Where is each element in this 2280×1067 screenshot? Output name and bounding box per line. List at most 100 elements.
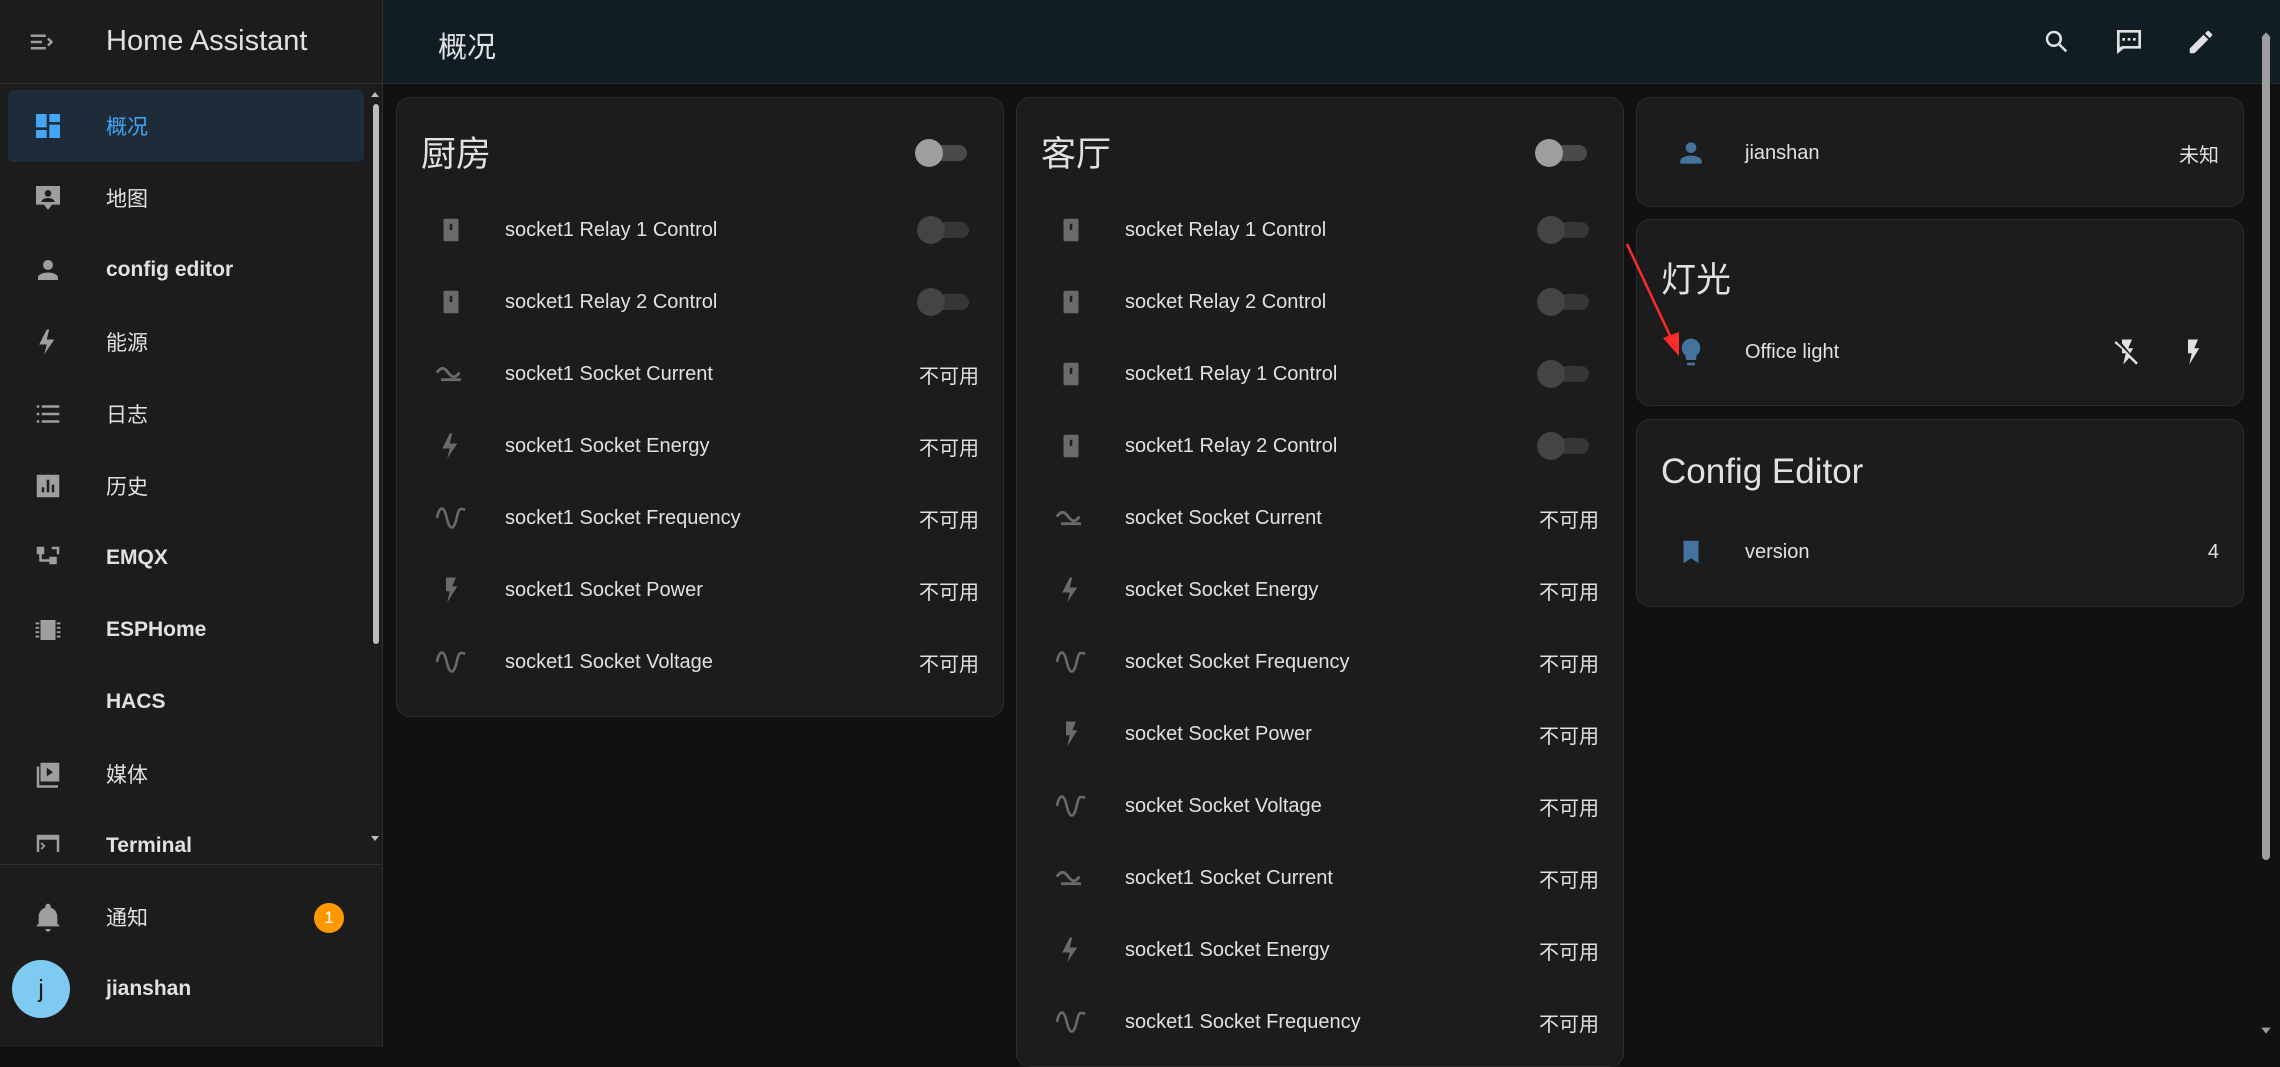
scroll-up-arrow-icon[interactable] — [370, 90, 380, 100]
sidebar-item-terminal[interactable]: Terminal — [8, 810, 364, 852]
entity-row[interactable]: socket1 Socket Energy 不可用 — [397, 410, 1003, 482]
entity-toggle[interactable] — [1537, 215, 1593, 245]
sine-wave-icon — [1055, 1011, 1086, 1033]
entity-row[interactable]: socket1 Socket Frequency 不可用 — [1017, 986, 1623, 1058]
entity-row[interactable]: version 4 — [1637, 516, 2243, 588]
entity-name: socket1 Socket Energy — [505, 434, 710, 457]
entity-name: socket1 Socket Current — [505, 362, 713, 385]
entity-row[interactable]: socket1 Relay 2 Control — [397, 266, 1003, 338]
entity-state: 不可用 — [1539, 725, 1599, 748]
sidebar-item-label: 历史 — [106, 476, 148, 499]
entity-row[interactable]: socket1 Relay 2 Control — [1017, 410, 1623, 482]
entity-name: socket Socket Current — [1125, 506, 1322, 529]
menu-toggle-button[interactable] — [0, 0, 84, 84]
lightning-icon — [442, 433, 458, 459]
sidebar-nav: 概况 地图 config editor 能源 日志 历史 EMQX ESPHom… — [0, 90, 372, 852]
entity-row[interactable]: socket1 Socket Power 不可用 — [397, 554, 1003, 626]
sidebar-item-label: HACS — [106, 690, 166, 713]
entity-row[interactable]: socket Socket Energy 不可用 — [1017, 554, 1623, 626]
entity-state: 不可用 — [1539, 581, 1599, 604]
bell-icon — [36, 903, 60, 932]
entity-toggle[interactable] — [917, 215, 973, 245]
entity-state: 不可用 — [919, 365, 979, 388]
search-icon — [2045, 30, 2068, 53]
bookmark-icon — [1683, 540, 1699, 564]
menu-collapse-icon — [30, 34, 54, 49]
entity-row[interactable]: socket1 Socket Energy 不可用 — [1017, 914, 1623, 986]
entity-row[interactable]: socket Relay 2 Control — [1017, 266, 1623, 338]
sidebar-item-map[interactable]: 地图 — [8, 162, 364, 234]
sidebar-item-label: config editor — [106, 258, 234, 281]
living-room-master-toggle[interactable] — [1535, 138, 1591, 168]
search-button[interactable] — [2033, 18, 2081, 66]
kitchen-master-toggle[interactable] — [915, 138, 971, 168]
sidebar-item-logbook[interactable]: 日志 — [8, 378, 364, 450]
entity-toggle[interactable] — [1537, 431, 1593, 461]
entity-row[interactable]: socket1 Socket Current 不可用 — [397, 338, 1003, 410]
entity-row[interactable]: socket1 Relay 1 Control — [397, 194, 1003, 266]
sidebar-item-label: 地图 — [106, 188, 148, 211]
entity-row[interactable]: socket Socket Current 不可用 — [1017, 482, 1623, 554]
sidebar-item-media[interactable]: 媒体 — [8, 738, 364, 810]
entity-state: 不可用 — [1539, 797, 1599, 820]
entity-toggle[interactable] — [1537, 287, 1593, 317]
entity-row[interactable]: jianshan 未知 — [1637, 117, 2243, 189]
entity-name: socket1 Relay 2 Control — [1125, 434, 1338, 457]
config-editor-card: Config Editor version 4 — [1636, 419, 2244, 607]
scroll-up-arrow-icon[interactable] — [2260, 30, 2272, 42]
entity-name: socket Socket Voltage — [1125, 794, 1322, 817]
entity-name: socket1 Socket Frequency — [1125, 1010, 1361, 1033]
entity-row[interactable]: socket Socket Frequency 不可用 — [1017, 626, 1623, 698]
sidebar-item-esphome[interactable]: ESPHome — [8, 594, 364, 666]
sidebar-item-label: Terminal — [106, 834, 192, 852]
entity-name: socket1 Socket Voltage — [505, 650, 713, 673]
account-icon — [1680, 142, 1702, 164]
turn-on-button[interactable] — [2169, 328, 2217, 376]
entity-name: socket1 Socket Frequency — [505, 506, 741, 529]
entity-name: socket Socket Energy — [1125, 578, 1319, 601]
sidebar-item-label: 媒体 — [106, 764, 148, 787]
entity-row[interactable]: socket1 Socket Voltage 不可用 — [397, 626, 1003, 698]
entity-state: 不可用 — [919, 437, 979, 460]
scroll-down-arrow-icon[interactable] — [2260, 1024, 2272, 1036]
turn-off-button[interactable] — [2103, 328, 2151, 376]
dashboard-icon — [36, 114, 60, 138]
entity-row[interactable]: socket Socket Voltage 不可用 — [1017, 770, 1623, 842]
sidebar-item-label: 能源 — [106, 332, 148, 355]
entity-row[interactable]: Office light — [1637, 316, 2243, 388]
sidebar-item-hacs[interactable]: HACS — [8, 666, 364, 738]
lights-card: 灯光 Office light — [1625, 219, 2244, 406]
notification-count-badge: 1 — [314, 903, 344, 933]
sidebar-item-energy[interactable]: 能源 — [8, 306, 364, 378]
entity-row[interactable]: socket1 Relay 1 Control — [1017, 338, 1623, 410]
entity-row[interactable]: socket Socket Power 不可用 — [1017, 698, 1623, 770]
scroll-down-arrow-icon[interactable] — [370, 833, 380, 843]
assist-button[interactable] — [2105, 18, 2153, 66]
entity-name: version — [1745, 540, 1810, 563]
sidebar-divider — [0, 864, 383, 865]
main-scrollbar-thumb[interactable] — [2262, 34, 2270, 860]
sidebar-item-overview[interactable]: 概况 — [8, 90, 364, 162]
entity-name: jianshan — [1745, 141, 1820, 164]
entity-name: socket Socket Frequency — [1125, 650, 1350, 673]
entity-toggle[interactable] — [917, 287, 973, 317]
chip-icon — [35, 620, 61, 640]
sidebar-item-history[interactable]: 历史 — [8, 450, 364, 522]
entity-state: 不可用 — [919, 653, 979, 676]
entity-state: 不可用 — [1539, 869, 1599, 892]
sidebar-scrollbar-thumb[interactable] — [373, 104, 379, 644]
sidebar-item-emqx[interactable]: EMQX — [8, 522, 364, 594]
entity-toggle[interactable] — [1537, 359, 1593, 389]
entity-name: socket1 Relay 1 Control — [1125, 362, 1338, 385]
edit-dashboard-button[interactable] — [2177, 18, 2225, 66]
sine-wave-icon — [435, 507, 466, 529]
living-room-card: 客厅 socket Relay 1 Control socket Relay 2… — [1016, 97, 1624, 1067]
entity-row[interactable]: socket1 Socket Frequency 不可用 — [397, 482, 1003, 554]
sidebar-item-config-editor[interactable]: config editor — [8, 234, 364, 306]
entity-row[interactable]: socket Relay 1 Control — [1017, 194, 1623, 266]
power-socket-icon — [1063, 218, 1079, 242]
sidebar-item-user[interactable]: j jianshan — [8, 953, 372, 1025]
sidebar-item-notifications[interactable]: 通知 1 — [8, 881, 372, 953]
top-app-bar: 概况 — [383, 0, 2280, 84]
entity-row[interactable]: socket1 Socket Current 不可用 — [1017, 842, 1623, 914]
